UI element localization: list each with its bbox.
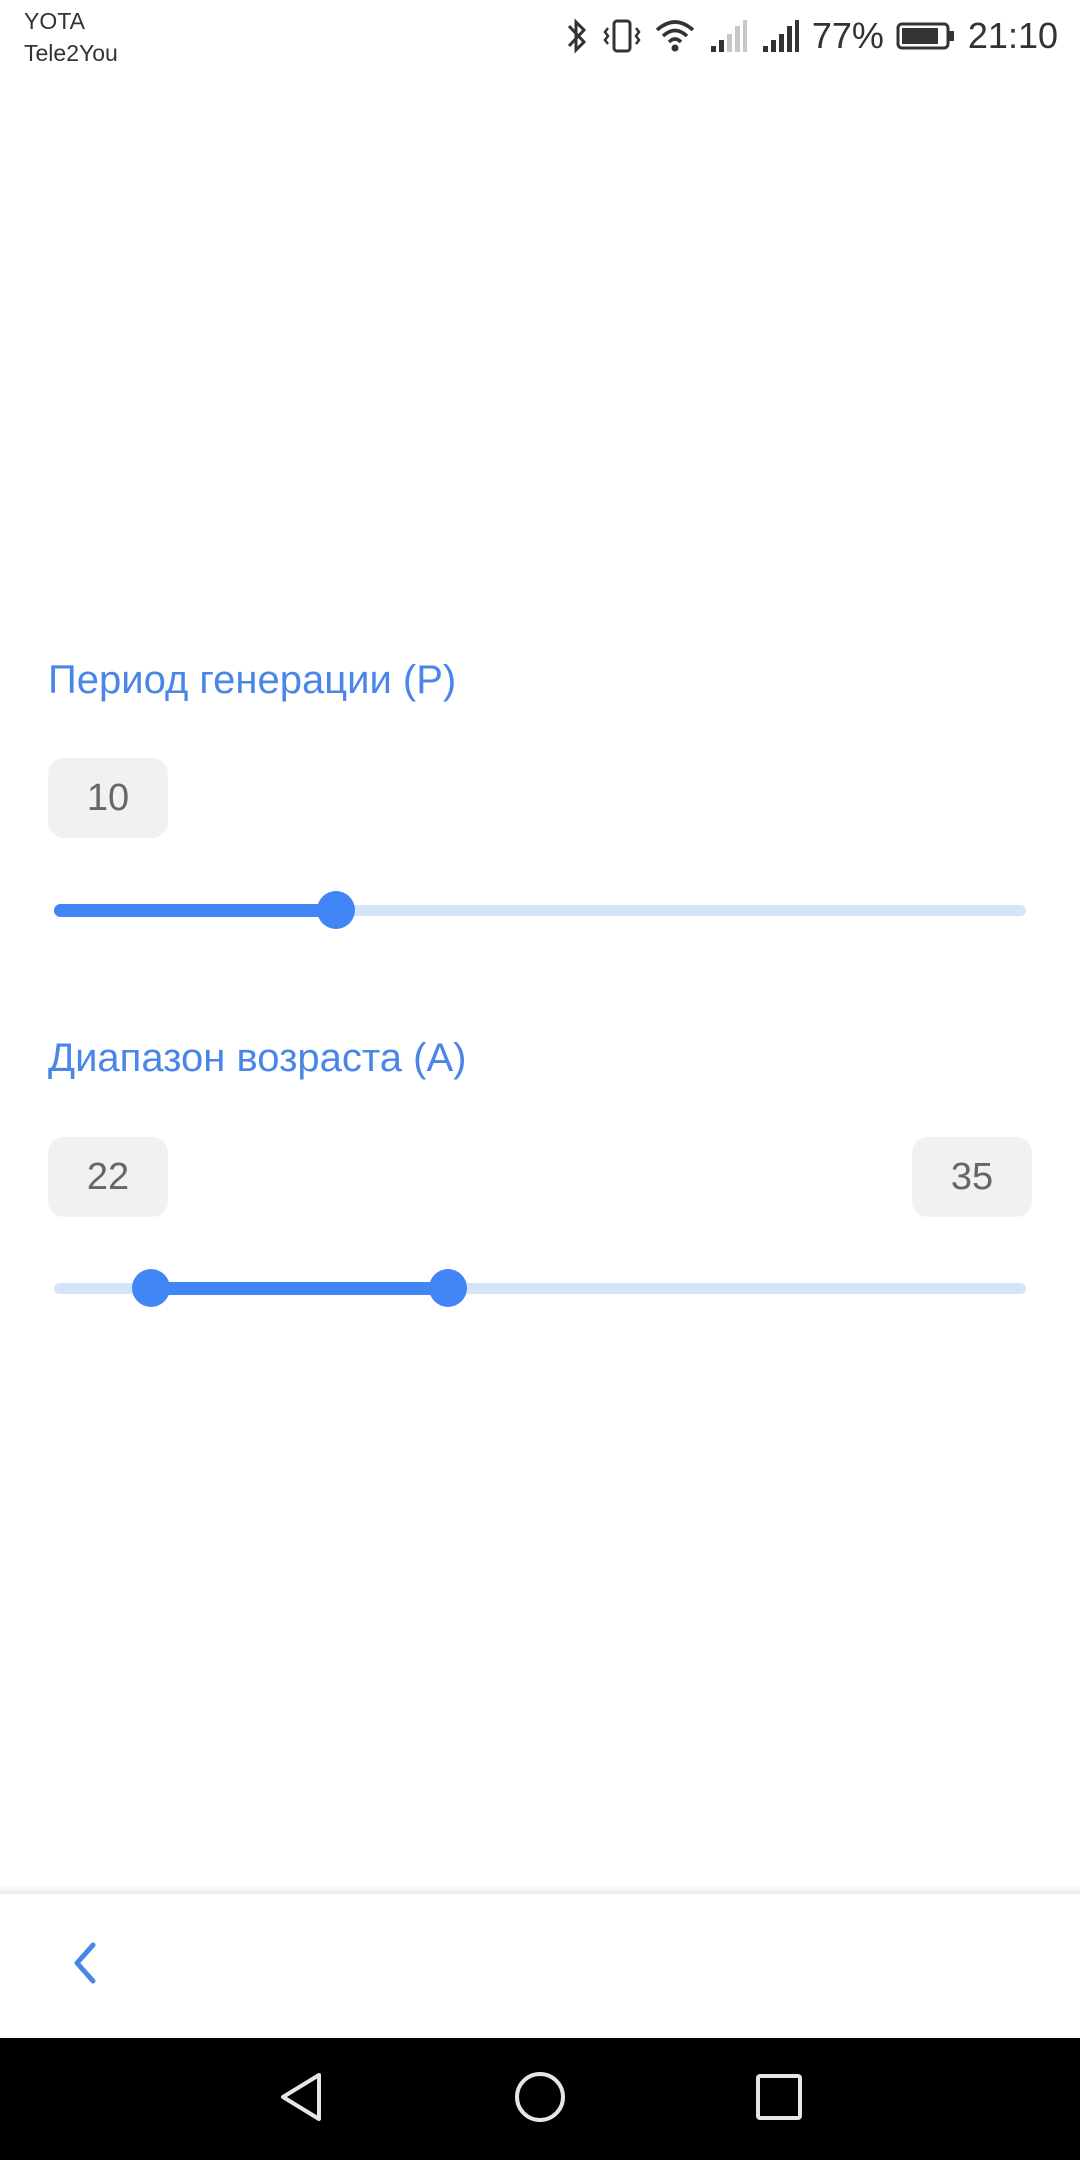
status-icons: 77% 21:10 — [564, 12, 1058, 60]
period-slider[interactable] — [54, 890, 1026, 930]
status-bar: YOTA Tele2You 77% 21:10 — [0, 0, 1080, 75]
age-range-slider-fill — [151, 1282, 448, 1295]
nav-home-icon — [512, 2069, 568, 2130]
signal-weak-icon — [708, 16, 748, 56]
nav-recents-icon — [754, 2072, 804, 2127]
period-slider-thumb[interactable] — [316, 891, 355, 929]
screen: YOTA Tele2You 77% 21:10 Период генерации… — [0, 0, 1080, 2160]
vibrate-icon — [602, 16, 642, 56]
age-range-title: Диапазон возраста (A) — [48, 1036, 467, 1080]
back-button[interactable] — [50, 1930, 120, 2000]
period-title: Период генерации (P) — [48, 658, 457, 702]
wifi-icon — [654, 16, 696, 56]
period-slider-fill — [54, 904, 336, 917]
system-nav-bar — [0, 2038, 1080, 2160]
period-value: 10 — [48, 758, 168, 838]
nav-back-icon — [275, 2069, 327, 2130]
battery-percent: 77% — [811, 15, 884, 56]
signal-full-icon — [760, 16, 800, 56]
bottom-toolbar — [0, 1894, 1080, 2038]
clock: 21:10 — [967, 15, 1058, 56]
age-range-upper-thumb[interactable] — [428, 1269, 467, 1307]
toolbar-divider — [0, 1884, 1080, 1894]
nav-back-button[interactable] — [268, 2066, 334, 2132]
age-max-value: 35 — [912, 1137, 1032, 1217]
nav-recents-button[interactable] — [746, 2066, 812, 2132]
carrier-primary: YOTA — [24, 8, 85, 34]
age-range-slider[interactable] — [54, 1268, 1026, 1308]
carrier-secondary: Tele2You — [24, 40, 118, 66]
age-range-lower-thumb[interactable] — [132, 1269, 171, 1307]
age-min-value: 22 — [48, 1137, 168, 1217]
bluetooth-icon — [564, 16, 590, 56]
battery-icon — [896, 16, 956, 56]
nav-home-button[interactable] — [507, 2066, 573, 2132]
chevron-left-icon — [65, 1939, 105, 1992]
